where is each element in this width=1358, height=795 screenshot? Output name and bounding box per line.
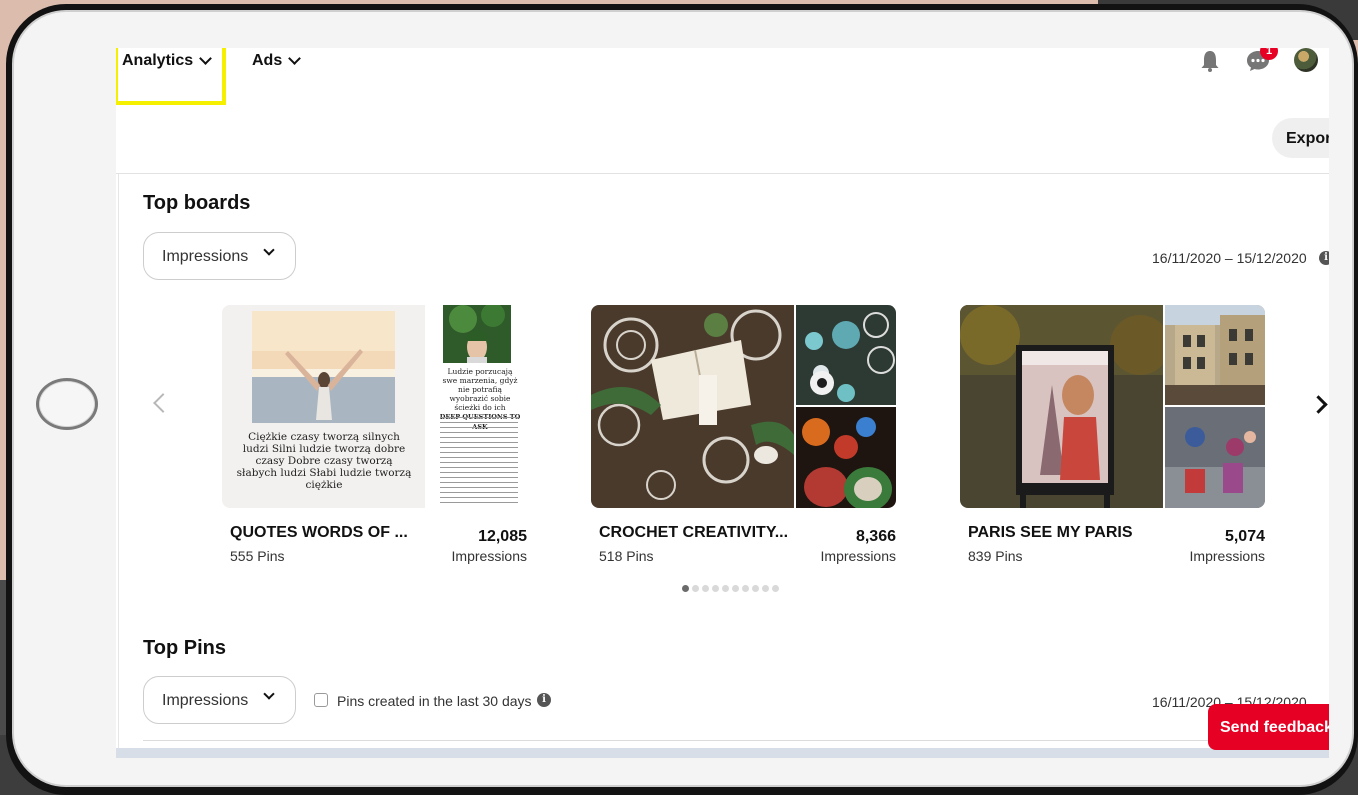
board-cover-image-side (796, 407, 896, 508)
chevron-down-icon (263, 688, 275, 700)
chevron-right-icon[interactable] (1309, 395, 1328, 414)
chevron-down-icon (263, 244, 275, 256)
carousel-dot[interactable] (722, 585, 729, 592)
carousel-dot[interactable] (742, 585, 749, 592)
content-left-border (118, 174, 119, 758)
top-pins-title: Top Pins (143, 637, 226, 659)
board-pin-count: 518 Pins (599, 548, 654, 564)
chevron-down-icon (288, 52, 302, 65)
board-cover-quote: Ciężkie czasy tworzą silnych ludzi Silni… (236, 431, 412, 491)
notification-badge: 1 (1260, 48, 1278, 60)
carousel-dot[interactable] (752, 585, 759, 592)
board-cover-image-side (796, 305, 896, 405)
board-cover: Ciężkie czasy tworzą silnych ludzi Silni… (222, 305, 527, 508)
board-cover (960, 305, 1265, 508)
board-cover-side-quote-text: Ludzie porzucają swe marzenia, gdyż nie … (442, 367, 518, 412)
top-boards-date-range: 16/11/2020 – 15/12/2020 (1152, 250, 1307, 266)
chevron-left-icon[interactable] (153, 393, 173, 413)
board-cover-image-side (1165, 305, 1265, 405)
board-card[interactable]: Ciężkie czasy tworzą silnych ludzi Silni… (222, 305, 527, 575)
carousel-dot[interactable] (732, 585, 739, 592)
carousel-pagination (682, 585, 779, 592)
board-name: CROCHET CREATIVITY... (599, 524, 789, 541)
board-metric-label: Impressions (820, 548, 896, 564)
top-pins-metric-value: Impressions (162, 692, 249, 709)
pins-created-last-30-days-checkbox[interactable] (314, 693, 328, 707)
board-impressions-value: 12,085 (478, 528, 527, 545)
pins-created-last-30-days-label: Pins created in the last 30 days (337, 693, 532, 709)
board-cover-side-list (440, 417, 518, 507)
board-metric-label: Impressions (1189, 548, 1265, 564)
highlight-box (116, 48, 226, 105)
board-cover-image-main (591, 305, 794, 508)
top-pins-table-header (143, 740, 1329, 741)
board-impressions-value: 8,366 (855, 528, 896, 545)
board-cover-image-side (1165, 407, 1265, 508)
board-card[interactable]: PARIS SEE MY PARIS 839 Pins 5,074 Impres… (960, 305, 1265, 575)
carousel-dot[interactable] (692, 585, 699, 592)
carousel-dot[interactable] (712, 585, 719, 592)
top-pins-metric-select[interactable]: Impressions (143, 676, 296, 724)
top-nav: Analytics Ads 1 (116, 48, 1329, 105)
send-feedback-button[interactable]: Send feedback (1208, 704, 1329, 750)
board-cover (591, 305, 896, 508)
nav-ads-label: Ads (252, 52, 283, 69)
export-button[interactable]: Expor (1272, 118, 1329, 158)
avatar[interactable] (1294, 48, 1318, 72)
nav-ads[interactable]: Ads (252, 52, 302, 70)
board-pin-count: 555 Pins (230, 548, 285, 564)
board-metric-label: Impressions (451, 548, 527, 564)
tablet-home-button[interactable] (36, 378, 98, 430)
board-cover-image-main (960, 305, 1163, 508)
analytics-screen: Analytics Ads 1 Expor Top boards Impress… (116, 48, 1329, 758)
top-boards-metric-value: Impressions (162, 248, 249, 265)
top-boards-title: Top boards (143, 192, 251, 214)
info-icon[interactable]: i (1319, 251, 1329, 265)
top-pins-table (116, 748, 1329, 758)
board-cover-image-side (443, 305, 511, 363)
board-name: QUOTES WORDS OF ... (230, 524, 408, 541)
carousel-dot[interactable] (702, 585, 709, 592)
bell-icon[interactable] (1200, 50, 1220, 72)
board-card[interactable]: CROCHET CREATIVITY... 518 Pins 8,366 Imp… (591, 305, 896, 575)
carousel-dot[interactable] (682, 585, 689, 592)
info-icon[interactable]: i (537, 693, 551, 707)
carousel-dot[interactable] (772, 585, 779, 592)
board-pin-count: 839 Pins (968, 548, 1023, 564)
board-name: PARIS SEE MY PARIS (968, 524, 1133, 541)
header-divider (116, 173, 1329, 174)
board-impressions-value: 5,074 (1224, 528, 1265, 545)
carousel-dot[interactable] (762, 585, 769, 592)
top-boards-metric-select[interactable]: Impressions (143, 232, 296, 280)
